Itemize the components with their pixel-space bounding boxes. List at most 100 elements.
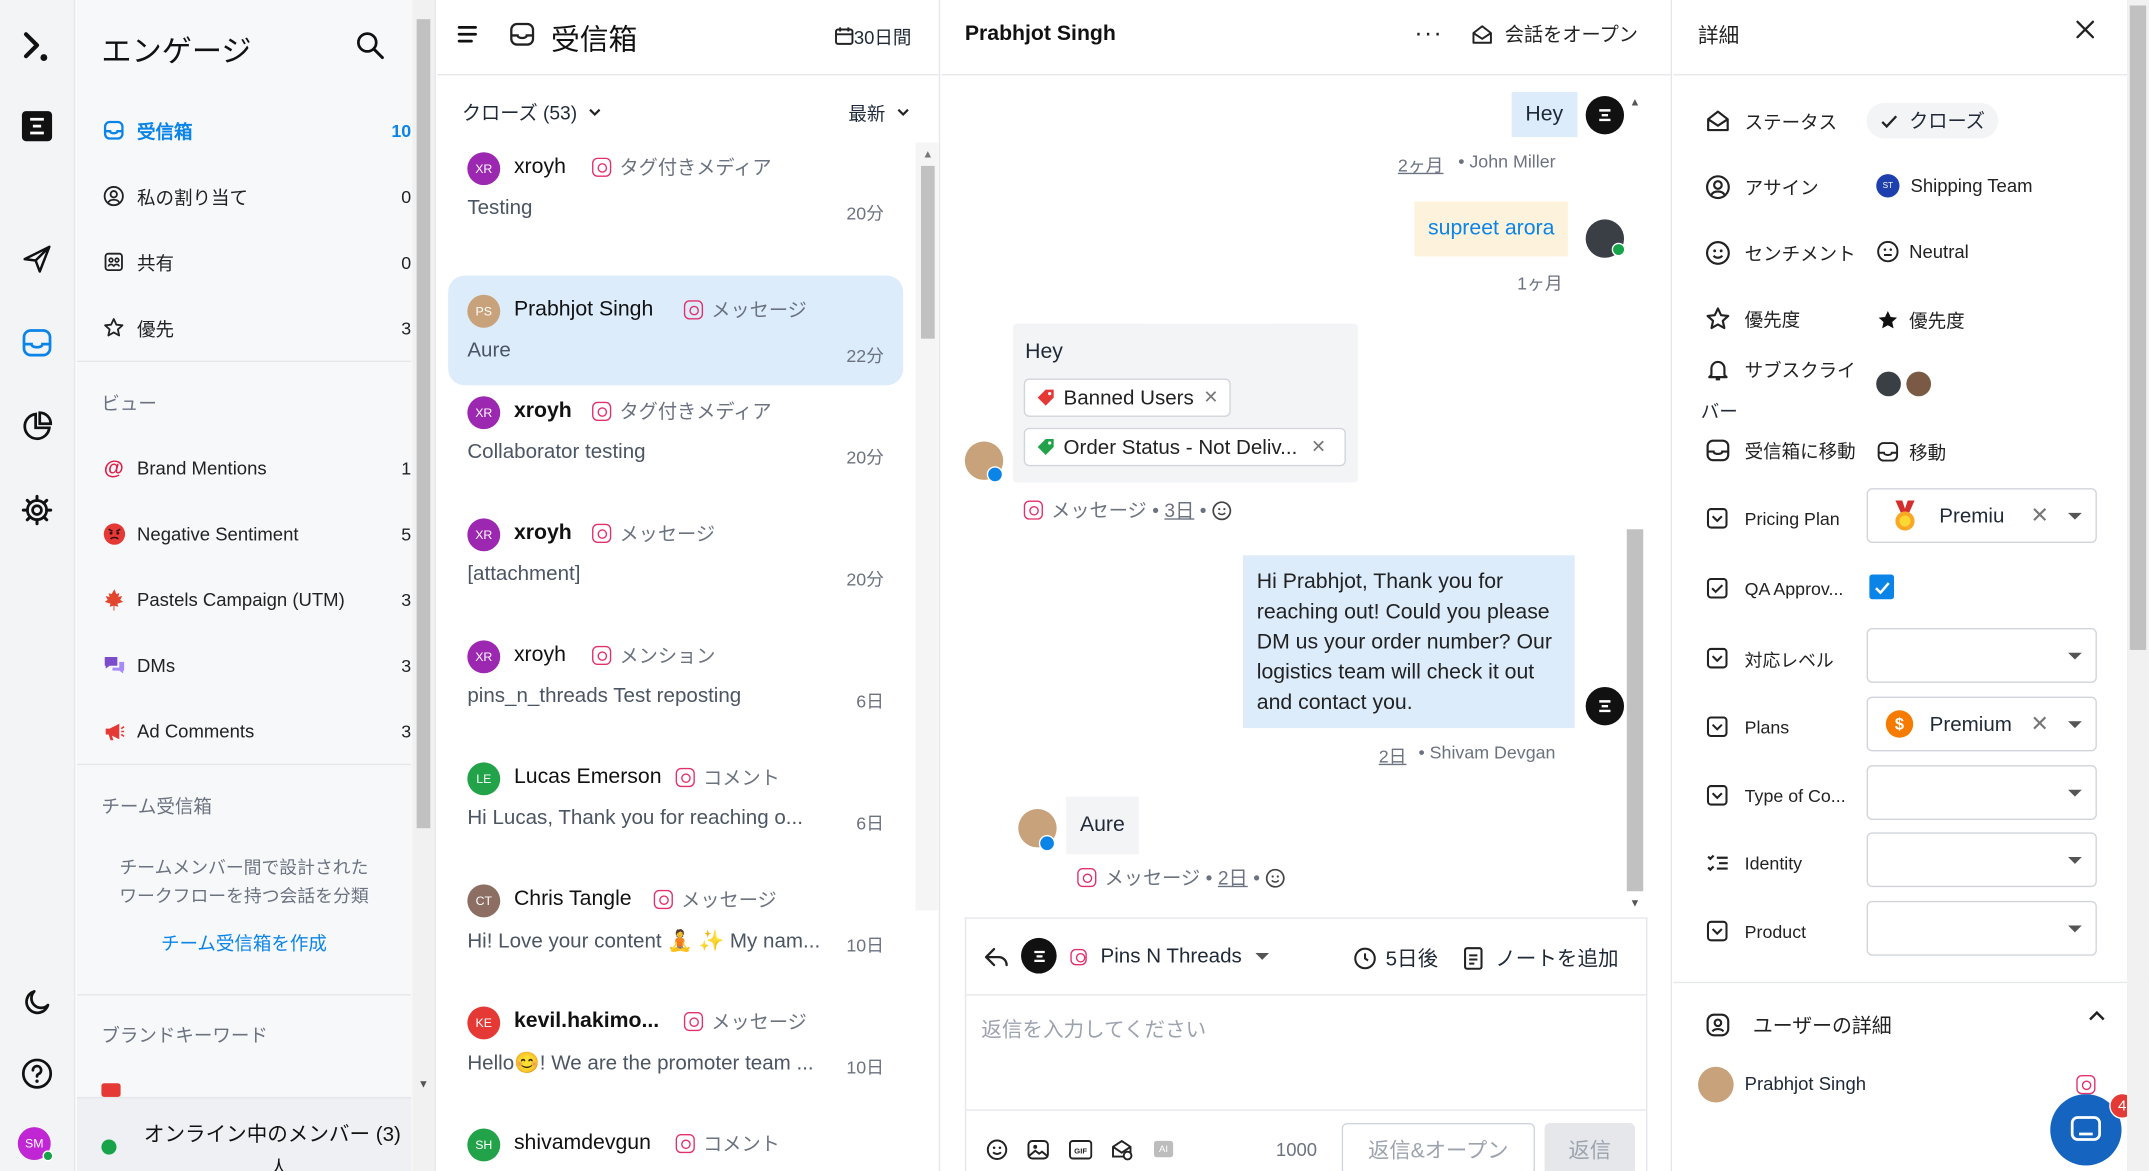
sidebar-view-pastels-campaign[interactable]: Pastels Campaign (UTM) 3 <box>101 579 411 620</box>
conversation-item[interactable]: XR xroyh メンション pins_n_threads Test repostin… <box>448 621 903 731</box>
team-inbox-heading: チーム受信箱 <box>101 796 212 818</box>
close-icon[interactable] <box>2075 19 2096 40</box>
details-scrollbar[interactable] <box>2127 0 2149 1171</box>
sidebar-item-count: 3 <box>401 588 412 610</box>
custom-field-select[interactable]: $ Premium ✕ <box>1866 696 2097 752</box>
template-icon[interactable] <box>1110 1138 1133 1161</box>
custom-field-select[interactable] <box>1866 900 2097 956</box>
assign-value[interactable]: ST Shipping Team <box>1876 174 2033 198</box>
instagram-icon <box>592 645 612 666</box>
moon-icon[interactable] <box>16 982 57 1023</box>
gear-icon[interactable] <box>16 490 57 531</box>
clear-value-icon[interactable]: ✕ <box>2031 710 2049 737</box>
message-line: reaching out! Could you please <box>1256 600 1550 624</box>
gif-icon[interactable]: GIF <box>1068 1139 1093 1160</box>
scrollbar-thumb[interactable] <box>2129 5 2147 650</box>
scroll-up-arrow-icon[interactable]: ▲ <box>922 148 933 160</box>
more-options-icon[interactable]: ··· <box>1414 19 1443 48</box>
scrollbar-thumb[interactable] <box>920 165 935 339</box>
online-members-bar[interactable]: オンライン中のメンバー (3) 人 <box>76 1096 412 1171</box>
tag-banned-users[interactable]: Banned Users ✕ <box>1023 378 1231 417</box>
scroll-up-arrow-icon[interactable]: ▲ <box>1630 96 1641 108</box>
custom-field-select[interactable] <box>1866 765 2097 820</box>
sidebar-item-inbox[interactable]: 受信箱 10 <box>101 110 411 151</box>
custom-field-select[interactable] <box>1866 832 2097 888</box>
conversation-item[interactable]: CT Chris Tangle メッセージ Hi! Love your content… <box>448 865 903 975</box>
sidebar-item-priority[interactable]: 優先 3 <box>101 307 411 348</box>
sort-dropdown[interactable]: 最新 <box>848 99 910 126</box>
sidebar-view-dms[interactable]: DMs 3 <box>101 644 411 685</box>
search-icon[interactable] <box>355 30 385 60</box>
help-icon[interactable] <box>16 1053 57 1094</box>
open-conversation-button[interactable]: 会話をオープン <box>1471 21 1638 48</box>
list-scrollbar[interactable]: ▲ <box>915 142 939 911</box>
reply-button[interactable]: 返信 <box>1544 1123 1636 1171</box>
inbox-icon[interactable] <box>16 322 57 363</box>
subscriber-avatar[interactable] <box>1876 371 1901 397</box>
date-range-button[interactable]: 30日間 <box>835 22 911 49</box>
account-selector[interactable]: Pins N Threads <box>1070 945 1270 968</box>
sidebar-item-count: 0 <box>401 185 412 207</box>
conversation-item[interactable]: XR xroyh タグ付きメディア Testing 20分 <box>448 133 903 243</box>
reply-icon[interactable] <box>983 943 1010 970</box>
sentiment-value[interactable]: Neutral <box>1876 240 1969 263</box>
scrollbar-thumb[interactable] <box>1626 529 1644 892</box>
remove-tag-icon[interactable]: ✕ <box>1203 387 1218 409</box>
scrollbar-thumb[interactable] <box>416 19 431 829</box>
add-note-button[interactable]: ノートを追加 <box>1462 943 1619 972</box>
instagram-icon <box>683 1011 704 1032</box>
conversation-item[interactable]: XR xroyh メッセージ [attachment] 20分 <box>448 499 903 609</box>
sidebar-item-label: Ad Comments <box>137 720 255 742</box>
sidebar-item-my-assignments[interactable]: 私の割り当て 0 <box>101 176 411 217</box>
custom-field-select[interactable]: Premiu ✕ <box>1866 488 2097 543</box>
status-filter-dropdown[interactable]: クローズ (53) <box>462 99 602 126</box>
instagram-icon[interactable] <box>2076 1075 2096 1095</box>
logo-icon[interactable] <box>16 27 57 68</box>
chat-scrollbar[interactable]: ▲ ▼ <box>1624 90 1646 918</box>
custom-field-select[interactable] <box>1866 628 2097 683</box>
instagram-icon <box>1023 500 1043 520</box>
emoji-picker-icon[interactable] <box>985 1138 1008 1161</box>
scroll-down-arrow-icon[interactable]: ▼ <box>1630 897 1641 909</box>
send-icon[interactable] <box>16 239 57 280</box>
message-time[interactable]: 2日 <box>1379 742 1407 768</box>
message-time[interactable]: 2日 <box>1218 864 1248 891</box>
ai-icon[interactable]: AI <box>1153 1140 1174 1158</box>
conversation-type: メッセージ <box>653 886 777 913</box>
conversation-item[interactable]: LE Lucas Emerson コメント Hi Lucas, Thank you f… <box>448 743 903 853</box>
remove-tag-icon[interactable]: ✕ <box>1311 436 1326 458</box>
clear-value-icon[interactable]: ✕ <box>2031 502 2049 529</box>
sidebar-view-brand-mentions[interactable]: @ Brand Mentions 1 <box>101 447 411 488</box>
snooze-button[interactable]: 5日後 <box>1353 943 1438 972</box>
move-button[interactable]: 移動 <box>1876 437 1946 464</box>
reply-input[interactable]: 返信を入力してください <box>981 1015 1206 1044</box>
sidebar-scrollbar[interactable]: ▼ <box>412 0 435 1171</box>
create-team-inbox-link[interactable]: チーム受信箱を作成 <box>77 928 411 955</box>
conversation-item[interactable]: SH shivamdevgun コメント <box>448 1109 903 1171</box>
scroll-down-arrow-icon[interactable]: ▼ <box>418 1078 429 1090</box>
conversation-item[interactable]: PS Prabhjot Singh メッセージ Aure 22分 <box>448 275 904 386</box>
chevron-up-icon[interactable] <box>2087 1008 2106 1024</box>
conversation-item[interactable]: KE kevil.hakimo... メッセージ Hello😊! We are the… <box>448 987 903 1097</box>
conversation-item[interactable]: XR xroyh タグ付きメディア Collaborator testing 20分 <box>448 377 903 487</box>
divider <box>941 74 1671 76</box>
contact-name: kevil.hakimo... <box>513 1009 660 1033</box>
sidebar-item-shared[interactable]: 共有 0 <box>101 241 411 282</box>
subscriber-avatar[interactable] <box>1906 371 1932 397</box>
emoji-icon[interactable] <box>1265 867 1286 888</box>
user-details-header[interactable]: ユーザーの詳細 <box>1704 1011 1892 1040</box>
emoji-icon[interactable] <box>1212 500 1233 521</box>
message-time[interactable]: 2ヶ月 <box>1398 151 1444 177</box>
priority-value[interactable]: 優先度 <box>1876 306 1965 333</box>
sprinklr-logo-icon[interactable] <box>16 106 57 147</box>
qa-approval-checkbox[interactable] <box>1869 574 1895 600</box>
sidebar-view-ad-comments[interactable]: Ad Comments 3 <box>101 710 411 751</box>
status-value[interactable]: クローズ <box>1866 102 1999 139</box>
message-time[interactable]: 3日 <box>1164 496 1194 523</box>
image-icon[interactable] <box>1027 1138 1050 1161</box>
sidebar-view-negative-sentiment[interactable]: Negative Sentiment 5 <box>101 513 411 554</box>
reply-and-open-button[interactable]: 返信&オープン <box>1341 1123 1535 1171</box>
pie-chart-icon[interactable] <box>16 406 57 447</box>
tag-order-status[interactable]: Order Status - Not Deliv... ✕ <box>1023 427 1346 467</box>
menu-icon[interactable] <box>456 23 478 45</box>
